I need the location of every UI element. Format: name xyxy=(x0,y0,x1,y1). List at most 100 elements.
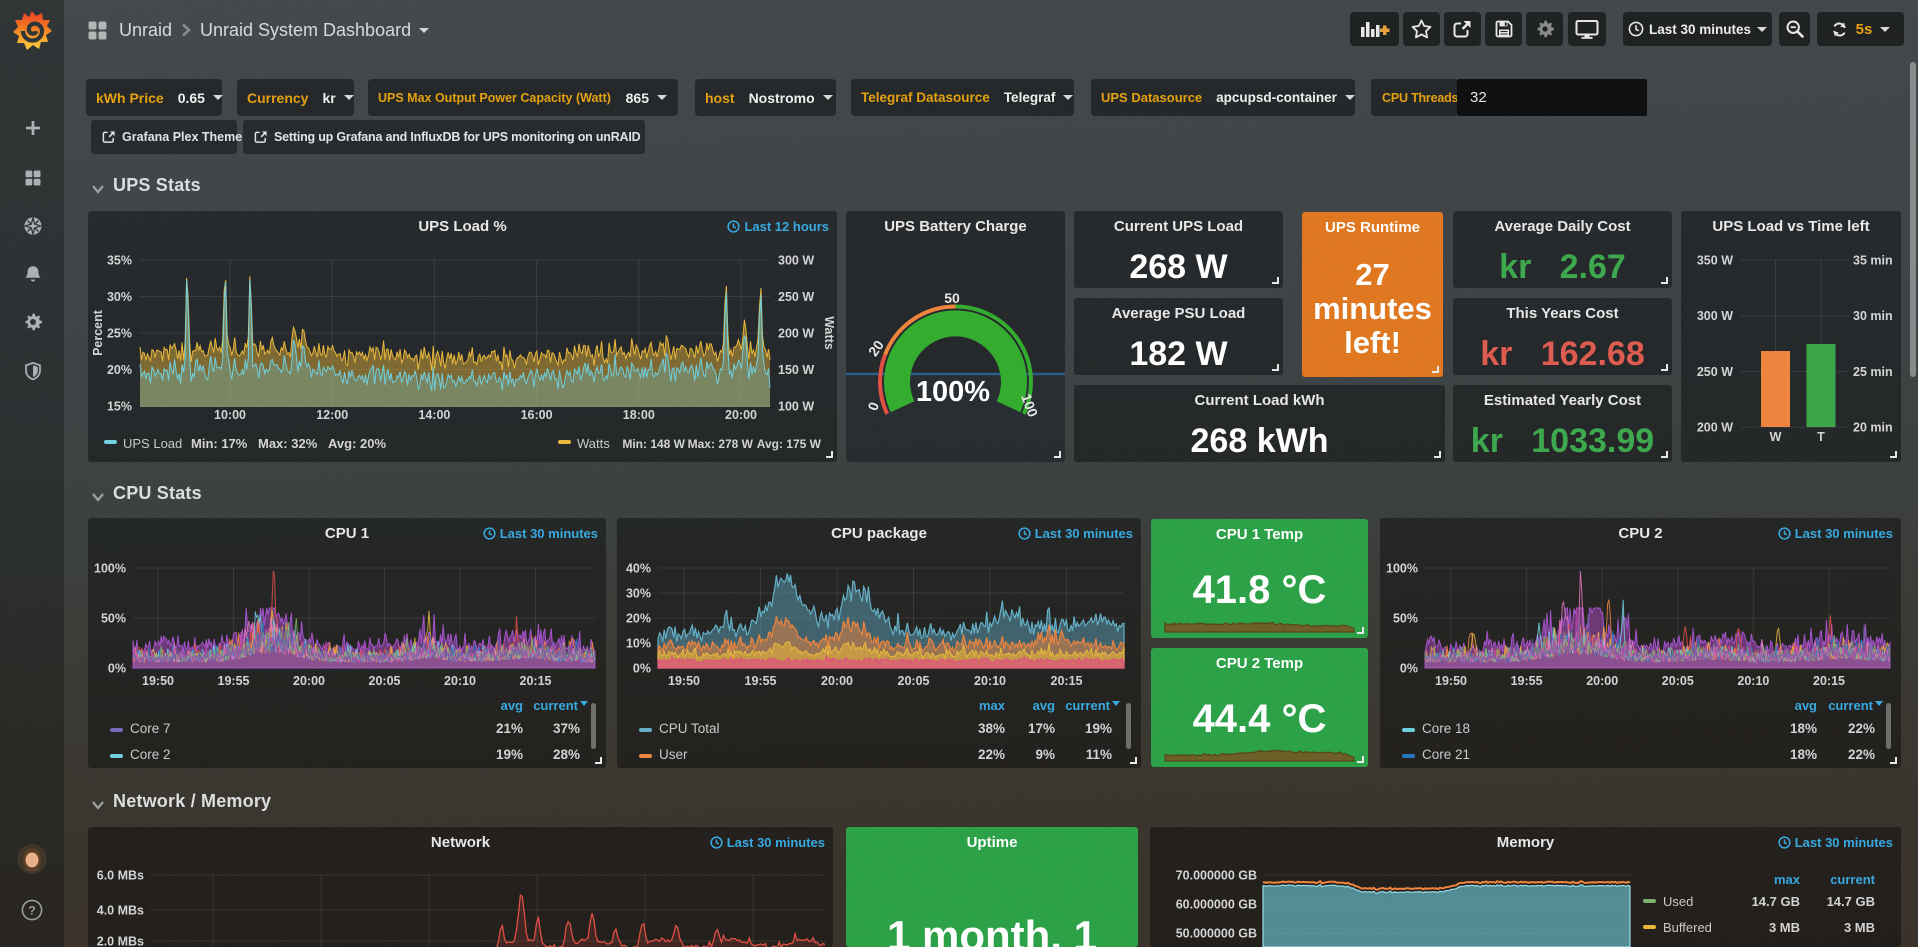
svg-text:Core 2: Core 2 xyxy=(130,747,171,762)
svg-text:22%: 22% xyxy=(1848,721,1875,736)
svg-text:18%: 18% xyxy=(1790,721,1817,736)
svg-text:avg: avg xyxy=(1795,698,1817,713)
svg-text:Percent: Percent xyxy=(91,309,105,356)
svg-text:20:00: 20:00 xyxy=(293,674,325,688)
svg-text:50.000000 GB: 50.000000 GB xyxy=(1176,927,1257,941)
svg-text:3 MB: 3 MB xyxy=(1844,920,1875,935)
svg-text:22%: 22% xyxy=(978,747,1005,762)
svg-text:Avg: 175 W: Avg: 175 W xyxy=(757,437,822,451)
svg-text:70.000000 GB: 70.000000 GB xyxy=(1176,869,1257,883)
svg-text:200 W: 200 W xyxy=(778,327,814,341)
svg-text:4.0 MBs: 4.0 MBs xyxy=(97,904,144,918)
svg-text:19:50: 19:50 xyxy=(142,674,174,688)
svg-text:Avg: 20%: Avg: 20% xyxy=(328,436,386,451)
svg-text:20:10: 20:10 xyxy=(444,674,476,688)
svg-text:50%: 50% xyxy=(1393,612,1418,626)
svg-text:40%: 40% xyxy=(626,562,651,576)
svg-text:User: User xyxy=(659,747,688,762)
svg-text:Min: 17%: Min: 17% xyxy=(191,436,248,451)
svg-text:14.7 GB: 14.7 GB xyxy=(1752,894,1800,909)
svg-text:14.7 GB: 14.7 GB xyxy=(1827,894,1875,909)
svg-text:37%: 37% xyxy=(553,721,580,736)
svg-text:25%: 25% xyxy=(107,327,132,341)
svg-text:17%: 17% xyxy=(1028,721,1055,736)
svg-text:30%: 30% xyxy=(626,587,651,601)
svg-text:21%: 21% xyxy=(496,721,523,736)
svg-text:Core 7: Core 7 xyxy=(130,721,171,736)
svg-text:25 min: 25 min xyxy=(1853,365,1893,379)
svg-text:100%: 100% xyxy=(916,376,990,408)
svg-text:20:05: 20:05 xyxy=(898,674,930,688)
svg-text:300 W: 300 W xyxy=(1697,309,1733,323)
svg-text:350 W: 350 W xyxy=(1697,254,1733,268)
svg-text:19:55: 19:55 xyxy=(218,674,250,688)
svg-text:Core 18: Core 18 xyxy=(1422,721,1470,736)
svg-text:Core 21: Core 21 xyxy=(1422,747,1470,762)
svg-text:22%: 22% xyxy=(1848,747,1875,762)
svg-text:35%: 35% xyxy=(107,254,132,268)
svg-text:19:50: 19:50 xyxy=(1435,674,1467,688)
svg-text:38%: 38% xyxy=(978,721,1005,736)
svg-text:30 min: 30 min xyxy=(1853,309,1893,323)
svg-text:20:15: 20:15 xyxy=(1051,674,1083,688)
svg-text:19:50: 19:50 xyxy=(668,674,700,688)
svg-text:max: max xyxy=(1774,872,1801,887)
svg-text:16:00: 16:00 xyxy=(521,408,553,422)
svg-text:20%: 20% xyxy=(107,363,132,377)
svg-text:Used: Used xyxy=(1663,894,1693,909)
svg-text:250 W: 250 W xyxy=(1697,365,1733,379)
svg-text:0%: 0% xyxy=(633,662,651,676)
svg-text:100 W: 100 W xyxy=(778,400,814,414)
svg-text:Max: 278 W: Max: 278 W xyxy=(688,437,754,451)
svg-text:3 MB: 3 MB xyxy=(1769,920,1800,935)
svg-text:300 W: 300 W xyxy=(778,254,814,268)
svg-text:20:00: 20:00 xyxy=(725,408,757,422)
svg-text:current: current xyxy=(1065,698,1110,713)
svg-text:20:15: 20:15 xyxy=(1813,674,1845,688)
svg-text:max: max xyxy=(979,698,1006,713)
svg-text:50%: 50% xyxy=(101,612,126,626)
svg-text:100%: 100% xyxy=(1386,562,1418,576)
svg-text:CPU Total: CPU Total xyxy=(659,721,720,736)
svg-text:50: 50 xyxy=(944,290,960,306)
svg-text:18%: 18% xyxy=(1790,747,1817,762)
svg-text:W: W xyxy=(1770,430,1782,444)
svg-text:20:10: 20:10 xyxy=(1737,674,1769,688)
svg-text:avg: avg xyxy=(1033,698,1055,713)
svg-text:20:15: 20:15 xyxy=(520,674,552,688)
svg-text:19%: 19% xyxy=(496,747,523,762)
svg-text:30%: 30% xyxy=(107,290,132,304)
svg-text:Max: 32%: Max: 32% xyxy=(258,436,318,451)
svg-text:Watts: Watts xyxy=(577,436,610,451)
svg-text:Buffered: Buffered xyxy=(1663,920,1712,935)
svg-text:12:00: 12:00 xyxy=(316,408,348,422)
svg-text:20%: 20% xyxy=(626,612,651,626)
svg-text:6.0 MBs: 6.0 MBs xyxy=(97,869,144,883)
svg-text:current: current xyxy=(533,698,578,713)
svg-text:150 W: 150 W xyxy=(778,363,814,377)
svg-text:Watts: Watts xyxy=(822,316,836,350)
svg-text:28%: 28% xyxy=(553,747,580,762)
svg-text:T: T xyxy=(1817,430,1825,444)
svg-text:UPS Load: UPS Load xyxy=(123,436,182,451)
svg-text:19:55: 19:55 xyxy=(1511,674,1543,688)
svg-text:200 W: 200 W xyxy=(1697,421,1733,435)
svg-text:20:05: 20:05 xyxy=(1662,674,1694,688)
svg-text:0%: 0% xyxy=(108,662,126,676)
svg-text:100%: 100% xyxy=(94,562,126,576)
svg-text:250 W: 250 W xyxy=(778,290,814,304)
svg-text:10%: 10% xyxy=(626,637,651,651)
svg-text:14:00: 14:00 xyxy=(418,408,450,422)
svg-text:20:00: 20:00 xyxy=(821,674,853,688)
svg-text:20:00: 20:00 xyxy=(1586,674,1618,688)
svg-text:19%: 19% xyxy=(1085,721,1112,736)
svg-text:0%: 0% xyxy=(1400,662,1418,676)
svg-text:10:00: 10:00 xyxy=(214,408,246,422)
svg-text:20 min: 20 min xyxy=(1853,421,1893,435)
svg-text:60.000000 GB: 60.000000 GB xyxy=(1176,898,1257,912)
svg-text:9%: 9% xyxy=(1035,747,1055,762)
svg-text:15%: 15% xyxy=(107,400,132,414)
svg-text:avg: avg xyxy=(501,698,523,713)
svg-text:2.0 MBs: 2.0 MBs xyxy=(97,935,144,947)
svg-text:current: current xyxy=(1830,872,1875,887)
